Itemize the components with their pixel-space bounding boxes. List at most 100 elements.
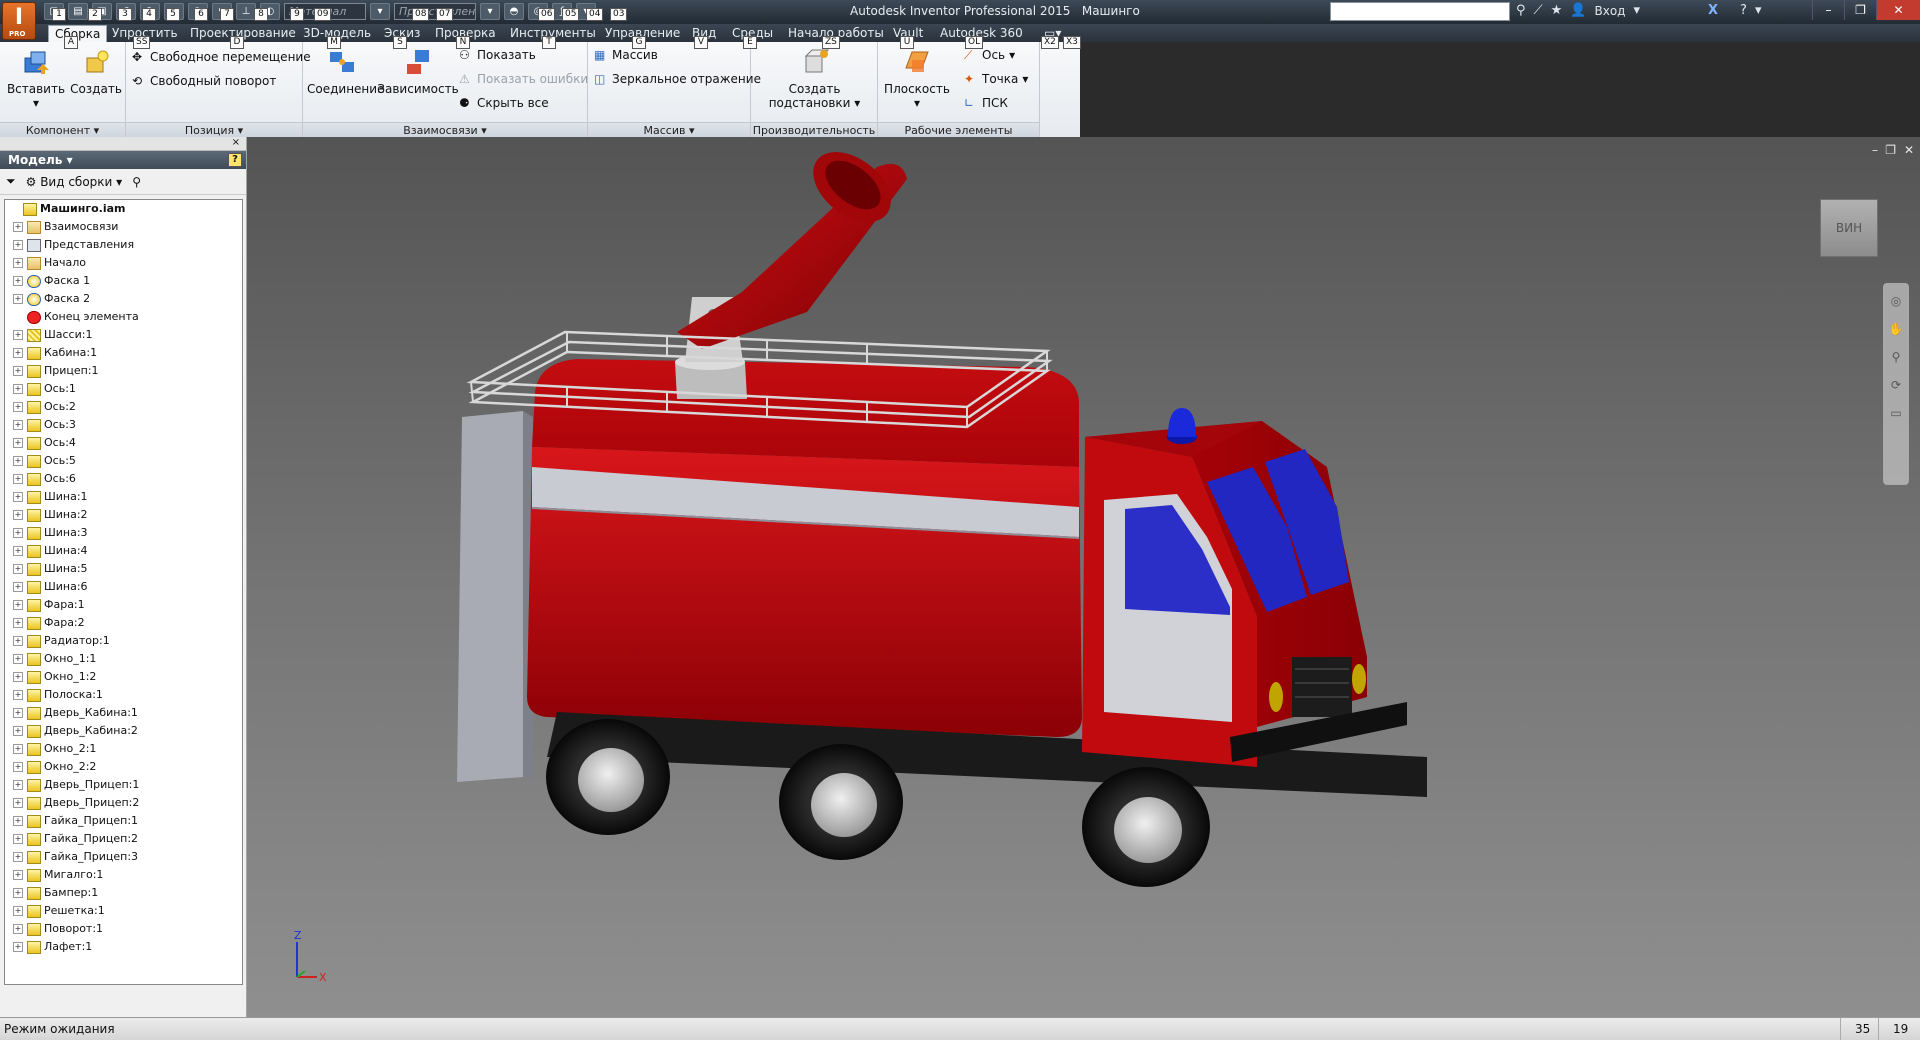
measure-icon[interactable]: ⊥ <box>236 3 256 20</box>
tree-node[interactable]: + Взаимосвязи <box>5 218 242 236</box>
tree-node[interactable]: + Шасси:1 <box>5 326 242 344</box>
hide-all-button[interactable]: ⚈ Скрыть все <box>459 96 549 110</box>
tree-node[interactable]: + Дверь_Прицеп:1 <box>5 776 242 794</box>
tree-node[interactable]: + Окно_2:1 <box>5 740 242 758</box>
tree-node[interactable]: + Решетка:1 <box>5 902 242 920</box>
joint-button[interactable]: Соединение <box>307 48 384 96</box>
tree-node[interactable]: + Гайка_Прицеп:3 <box>5 848 242 866</box>
create-button[interactable]: Создать <box>66 48 126 96</box>
expand-toggle-icon[interactable]: + <box>13 618 23 628</box>
tree-node[interactable]: + Окно_2:2 <box>5 758 242 776</box>
point-button[interactable]: ✦ Точка ▾ <box>964 72 1028 86</box>
expand-toggle-icon[interactable]: + <box>13 582 23 592</box>
expand-toggle-icon[interactable]: + <box>13 690 23 700</box>
expand-toggle-icon[interactable]: + <box>13 816 23 826</box>
appearance-combo[interactable]: Представлен <box>394 3 476 20</box>
tree-node[interactable]: + Шина:4 <box>5 542 242 560</box>
expand-toggle-icon[interactable]: + <box>13 942 23 952</box>
help-search-input[interactable] <box>1330 2 1510 21</box>
expand-toggle-icon[interactable]: + <box>13 726 23 736</box>
create-substitutes-button[interactable]: Создать подстановки ▾ <box>761 48 868 110</box>
tree-node[interactable]: + Лафет:1 <box>5 938 242 956</box>
assembly-view-dropdown[interactable]: ⚙ Вид сборки ▾ <box>26 175 123 189</box>
tree-node[interactable]: + Бампер:1 <box>5 884 242 902</box>
tree-node[interactable]: + Ось:3 <box>5 416 242 434</box>
expand-toggle-icon[interactable]: + <box>13 330 23 340</box>
tree-node[interactable]: + Фаска 2 <box>5 290 242 308</box>
application-menu-button[interactable]: PRO I <box>2 2 36 40</box>
restore-icon[interactable]: ❐ <box>1844 0 1876 20</box>
expand-toggle-icon[interactable]: + <box>13 438 23 448</box>
show-button[interactable]: ⚇ Показать <box>459 48 536 62</box>
communication-icon[interactable]: ⟋ <box>1534 3 1543 18</box>
find-binoculars-icon[interactable]: ⚲ <box>132 175 141 189</box>
user-icon[interactable]: 👤 <box>1570 3 1586 18</box>
tree-node[interactable]: + Начало <box>5 254 242 272</box>
free-move-button[interactable]: ✥ Свободное перемещение <box>132 50 311 64</box>
tree-node[interactable]: + Радиатор:1 <box>5 632 242 650</box>
expand-toggle-icon[interactable]: + <box>13 420 23 430</box>
pattern-button[interactable]: ▦ Массив <box>594 48 658 62</box>
expand-toggle-icon[interactable]: + <box>13 708 23 718</box>
tree-node[interactable]: + Представления <box>5 236 242 254</box>
graphics-viewport[interactable]: – ❐ ✕ ВИН ◎ ✋ ⚲ ⟳ ▭ Z X <box>247 137 1920 1017</box>
expand-toggle-icon[interactable]: + <box>13 762 23 772</box>
sign-in-link[interactable]: Вход <box>1594 4 1625 18</box>
show-errors-button[interactable]: ⚠ Показать ошибки <box>459 72 588 86</box>
tree-node[interactable]: + Окно_1:1 <box>5 650 242 668</box>
tree-node[interactable]: + Поворот:1 <box>5 920 242 938</box>
tree-node[interactable]: + Шина:6 <box>5 578 242 596</box>
tree-node[interactable]: + Фаска 1 <box>5 272 242 290</box>
binoculars-icon[interactable]: ⚲ <box>1516 3 1526 18</box>
tree-node[interactable]: + Фара:1 <box>5 596 242 614</box>
tree-node[interactable]: + Прицеп:1 <box>5 362 242 380</box>
free-rotate-button[interactable]: ⟲ Свободный поворот <box>132 74 276 88</box>
expand-toggle-icon[interactable]: + <box>13 744 23 754</box>
expand-toggle-icon[interactable]: + <box>13 240 23 250</box>
filter-icon[interactable]: ⏷ <box>6 174 16 189</box>
expand-toggle-icon[interactable]: + <box>13 276 23 286</box>
expand-toggle-icon[interactable]: + <box>13 546 23 556</box>
expand-toggle-icon[interactable]: + <box>13 510 23 520</box>
tree-node[interactable]: + Шина:5 <box>5 560 242 578</box>
insert-button[interactable]: Вставить ▾ <box>6 48 66 110</box>
tree-node[interactable]: + Ось:4 <box>5 434 242 452</box>
help-icon[interactable]: ? <box>228 153 242 167</box>
expand-toggle-icon[interactable]: + <box>13 906 23 916</box>
expand-toggle-icon[interactable]: + <box>13 834 23 844</box>
expand-toggle-icon[interactable]: + <box>13 528 23 538</box>
expand-toggle-icon[interactable]: + <box>13 348 23 358</box>
tree-node[interactable]: + Окно_1:2 <box>5 668 242 686</box>
expand-toggle-icon[interactable]: + <box>13 654 23 664</box>
tree-node[interactable]: + Дверь_Прицеп:2 <box>5 794 242 812</box>
help-dropdown-icon[interactable]: ▾ <box>1755 3 1762 18</box>
tree-node[interactable]: + Гайка_Прицеп:1 <box>5 812 242 830</box>
tree-node[interactable]: Машинго.iam <box>5 200 242 218</box>
expand-toggle-icon[interactable]: + <box>13 474 23 484</box>
tree-node[interactable]: + Шина:2 <box>5 506 242 524</box>
tree-node[interactable]: + Ось:6 <box>5 470 242 488</box>
browser-close-icon[interactable]: × <box>0 137 246 151</box>
tree-node[interactable]: + Кабина:1 <box>5 344 242 362</box>
expand-toggle-icon[interactable]: + <box>13 258 23 268</box>
expand-toggle-icon[interactable]: + <box>13 600 23 610</box>
close-window-icon[interactable]: ✕ <box>1876 0 1920 20</box>
help-icon[interactable]: ? <box>1740 3 1747 18</box>
expand-toggle-icon[interactable]: + <box>13 798 23 808</box>
constraint-button[interactable]: Зависимость <box>377 48 459 96</box>
tree-node[interactable]: Конец элемента <box>5 308 242 326</box>
expand-toggle-icon[interactable]: + <box>13 222 23 232</box>
axis-button[interactable]: ⟋ Ось ▾ <box>964 48 1015 62</box>
tree-node[interactable]: + Ось:1 <box>5 380 242 398</box>
expand-toggle-icon[interactable]: + <box>13 780 23 790</box>
expand-toggle-icon[interactable]: + <box>13 384 23 394</box>
expand-toggle-icon[interactable]: + <box>13 852 23 862</box>
favorites-star-icon[interactable]: ★ <box>1551 3 1563 18</box>
tree-node[interactable]: + Шина:3 <box>5 524 242 542</box>
expand-toggle-icon[interactable]: + <box>13 888 23 898</box>
expand-toggle-icon[interactable]: + <box>13 672 23 682</box>
tree-node[interactable]: + Фара:2 <box>5 614 242 632</box>
tree-node[interactable]: + Гайка_Прицеп:2 <box>5 830 242 848</box>
tree-node[interactable]: + Шина:1 <box>5 488 242 506</box>
sign-in-dropdown-icon[interactable]: ▾ <box>1633 3 1640 18</box>
